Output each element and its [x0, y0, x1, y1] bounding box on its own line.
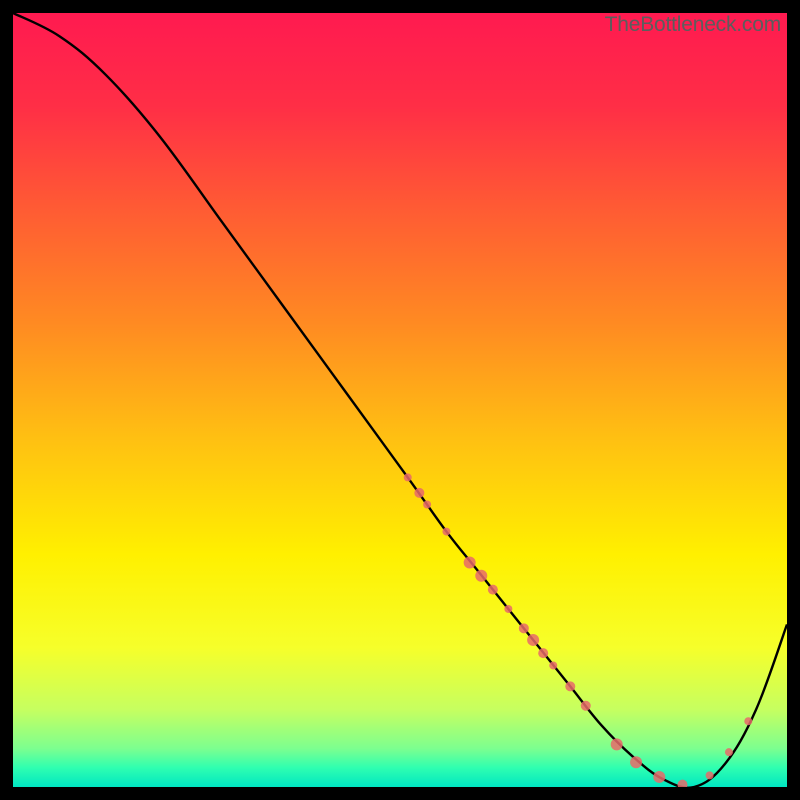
watermark-text: TheBottleneck.com	[605, 13, 781, 37]
data-marker	[404, 473, 412, 481]
data-marker	[653, 771, 665, 783]
data-marker	[464, 557, 476, 569]
data-marker	[423, 500, 431, 508]
chart-svg	[13, 13, 787, 787]
data-marker	[488, 585, 498, 595]
data-marker	[519, 623, 529, 633]
data-marker	[475, 570, 487, 582]
data-marker	[538, 648, 548, 658]
data-marker	[565, 681, 575, 691]
data-marker	[527, 634, 539, 646]
data-marker	[549, 661, 557, 669]
data-marker	[744, 717, 752, 725]
data-marker	[581, 701, 591, 711]
chart-background	[13, 13, 787, 787]
data-marker	[725, 748, 733, 756]
data-marker	[630, 756, 642, 768]
data-marker	[442, 528, 450, 536]
chart-frame: TheBottleneck.com	[13, 13, 787, 787]
data-marker	[611, 738, 623, 750]
data-marker	[414, 488, 424, 498]
data-marker	[706, 771, 714, 779]
data-marker	[504, 605, 512, 613]
